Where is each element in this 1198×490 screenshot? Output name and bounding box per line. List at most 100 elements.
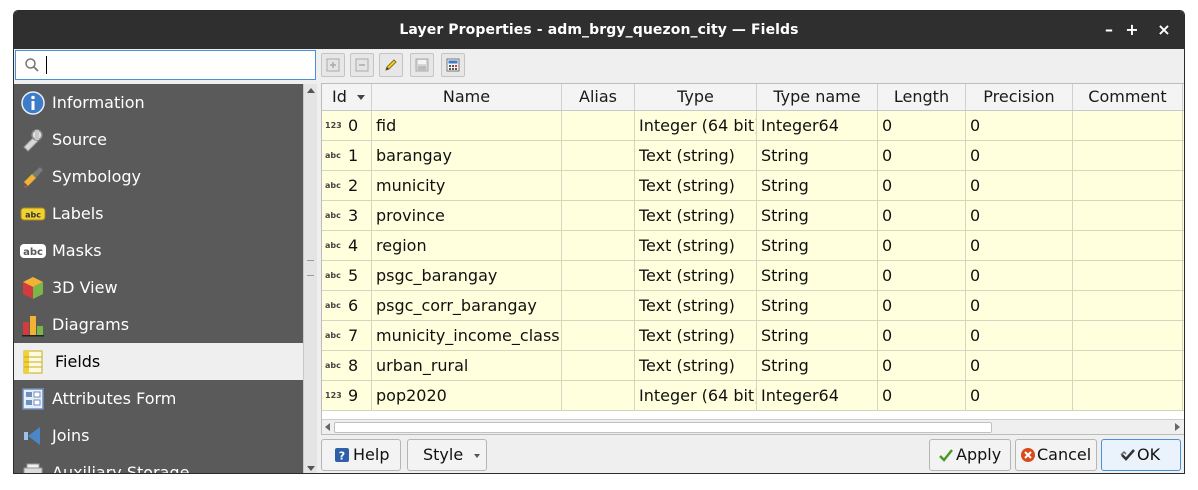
scroll-up-arrow-icon[interactable] — [307, 88, 315, 93]
title-bar[interactable]: Layer Properties - adm_brgy_quezon_city … — [14, 11, 1184, 49]
cell-precision[interactable]: 0 — [966, 291, 1073, 321]
cell-name[interactable]: fid — [372, 111, 562, 141]
cell-id[interactable]: 123 9 — [322, 381, 372, 411]
table-row[interactable]: abc 1 barangay Text (string) String 0 0 — [322, 141, 1184, 171]
cell-alias[interactable] — [562, 291, 635, 321]
cell-length[interactable]: 0 — [878, 231, 966, 261]
table-row[interactable]: abc 5 psgc_barangay Text (string) String 0 0 — [322, 261, 1184, 291]
cell-name[interactable]: psgc_barangay — [372, 261, 562, 291]
sidebar-item-masks[interactable]: abc Masks — [14, 232, 303, 269]
cell-length[interactable]: 0 — [878, 351, 966, 381]
cell-truncated[interactable] — [1183, 261, 1184, 291]
cell-type[interactable]: Text (string) — [635, 171, 757, 201]
cell-id[interactable]: abc 3 — [322, 201, 372, 231]
fields-table[interactable]: Id Name Alias Type Type name Length Prec… — [321, 83, 1184, 435]
horizontal-scroll-thumb[interactable] — [334, 422, 992, 433]
cell-length[interactable]: 0 — [878, 171, 966, 201]
cell-truncated[interactable] — [1183, 291, 1184, 321]
cell-name[interactable]: province — [372, 201, 562, 231]
column-header-type[interactable]: Type — [635, 84, 757, 110]
cell-id[interactable]: abc 5 — [322, 261, 372, 291]
cell-type-name[interactable]: String — [757, 321, 878, 351]
cell-type[interactable]: Text (string) — [635, 261, 757, 291]
search-input[interactable] — [44, 54, 308, 78]
sidebar-item-auxiliary-storage[interactable]: Auxiliary Storage — [14, 454, 303, 473]
cell-truncated[interactable] — [1183, 141, 1184, 171]
cell-length[interactable]: 0 — [878, 201, 966, 231]
maximize-button[interactable]: + — [1122, 20, 1142, 40]
cell-id[interactable]: abc 1 — [322, 141, 372, 171]
cell-type[interactable]: Text (string) — [635, 141, 757, 171]
cell-alias[interactable] — [562, 321, 635, 351]
cell-name[interactable]: municity — [372, 171, 562, 201]
cell-length[interactable]: 0 — [878, 141, 966, 171]
cell-comment[interactable] — [1073, 321, 1183, 351]
cell-precision[interactable]: 0 — [966, 201, 1073, 231]
sidebar-item-information[interactable]: Information — [14, 84, 303, 121]
horizontal-scrollbar[interactable] — [322, 419, 1184, 434]
cancel-button[interactable]: Cancel — [1015, 439, 1097, 471]
cell-type-name[interactable]: Integer64 — [757, 111, 878, 141]
cell-name[interactable]: barangay — [372, 141, 562, 171]
cell-precision[interactable]: 0 — [966, 261, 1073, 291]
column-header-truncated[interactable]: C — [1183, 84, 1184, 110]
cell-alias[interactable] — [562, 261, 635, 291]
cell-comment[interactable] — [1073, 201, 1183, 231]
scroll-grip[interactable] — [307, 260, 314, 276]
cell-precision[interactable]: 0 — [966, 171, 1073, 201]
column-header-name[interactable]: Name — [372, 84, 562, 110]
cell-alias[interactable] — [562, 201, 635, 231]
sidebar-item-joins[interactable]: Joins — [14, 417, 303, 454]
cell-type[interactable]: Integer (64 bit) — [635, 111, 757, 141]
sidebar-item-attributes-form[interactable]: Attributes Form — [14, 380, 303, 417]
cell-precision[interactable]: 0 — [966, 231, 1073, 261]
cell-length[interactable]: 0 — [878, 111, 966, 141]
cell-precision[interactable]: 0 — [966, 141, 1073, 171]
cell-comment[interactable] — [1073, 171, 1183, 201]
table-row[interactable]: abc 6 psgc_corr_barangay Text (string) Strin… — [322, 291, 1184, 321]
ok-button[interactable]: OK — [1101, 439, 1181, 471]
cell-type[interactable]: Text (string) — [635, 201, 757, 231]
column-header-alias[interactable]: Alias — [562, 84, 635, 110]
toggle-editing-button[interactable] — [379, 53, 403, 77]
cell-type[interactable]: Text (string) — [635, 351, 757, 381]
cell-name[interactable]: pop2020 — [372, 381, 562, 411]
column-header-length[interactable]: Length — [878, 84, 966, 110]
close-button[interactable]: × — [1154, 20, 1174, 40]
cell-type[interactable]: Text (string) — [635, 291, 757, 321]
cell-alias[interactable] — [562, 171, 635, 201]
cell-length[interactable]: 0 — [878, 381, 966, 411]
table-row[interactable]: abc 2 municity Text (string) String 0 0 — [322, 171, 1184, 201]
field-calculator-button[interactable] — [441, 53, 465, 77]
cell-truncated[interactable] — [1183, 201, 1184, 231]
cell-truncated[interactable] — [1183, 231, 1184, 261]
cell-type[interactable]: Text (string) — [635, 321, 757, 351]
search-box[interactable] — [15, 50, 316, 80]
cell-precision[interactable]: 0 — [966, 111, 1073, 141]
sidebar-item-diagrams[interactable]: Diagrams — [14, 306, 303, 343]
scroll-left-arrow-icon[interactable] — [325, 423, 330, 431]
minimize-button[interactable]: – — [1099, 20, 1119, 40]
cell-name[interactable]: municity_income_class — [372, 321, 562, 351]
cell-comment[interactable] — [1073, 381, 1183, 411]
cell-type-name[interactable]: Integer64 — [757, 381, 878, 411]
table-row[interactable]: abc 3 province Text (string) String 0 0 — [322, 201, 1184, 231]
cell-id[interactable]: abc 8 — [322, 351, 372, 381]
cell-type[interactable]: Integer (64 bit) — [635, 381, 757, 411]
cell-truncated[interactable] — [1183, 351, 1184, 381]
cell-type-name[interactable]: String — [757, 201, 878, 231]
cell-name[interactable]: region — [372, 231, 562, 261]
cell-truncated[interactable] — [1183, 111, 1184, 141]
cell-type-name[interactable]: String — [757, 231, 878, 261]
cell-type[interactable]: Text (string) — [635, 231, 757, 261]
delete-field-button[interactable] — [350, 53, 374, 77]
cell-length[interactable]: 0 — [878, 321, 966, 351]
sidebar-item-source[interactable]: Source — [14, 121, 303, 158]
cell-type-name[interactable]: String — [757, 171, 878, 201]
table-row[interactable]: 123 9 pop2020 Integer (64 bit) Integer64 0 0 — [322, 381, 1184, 411]
save-edits-button[interactable] — [410, 53, 434, 77]
cell-comment[interactable] — [1073, 141, 1183, 171]
cell-type-name[interactable]: String — [757, 351, 878, 381]
table-row[interactable]: 123 0 fid Integer (64 bit) Integer64 0 0 — [322, 111, 1184, 141]
cell-id[interactable]: 123 0 — [322, 111, 372, 141]
